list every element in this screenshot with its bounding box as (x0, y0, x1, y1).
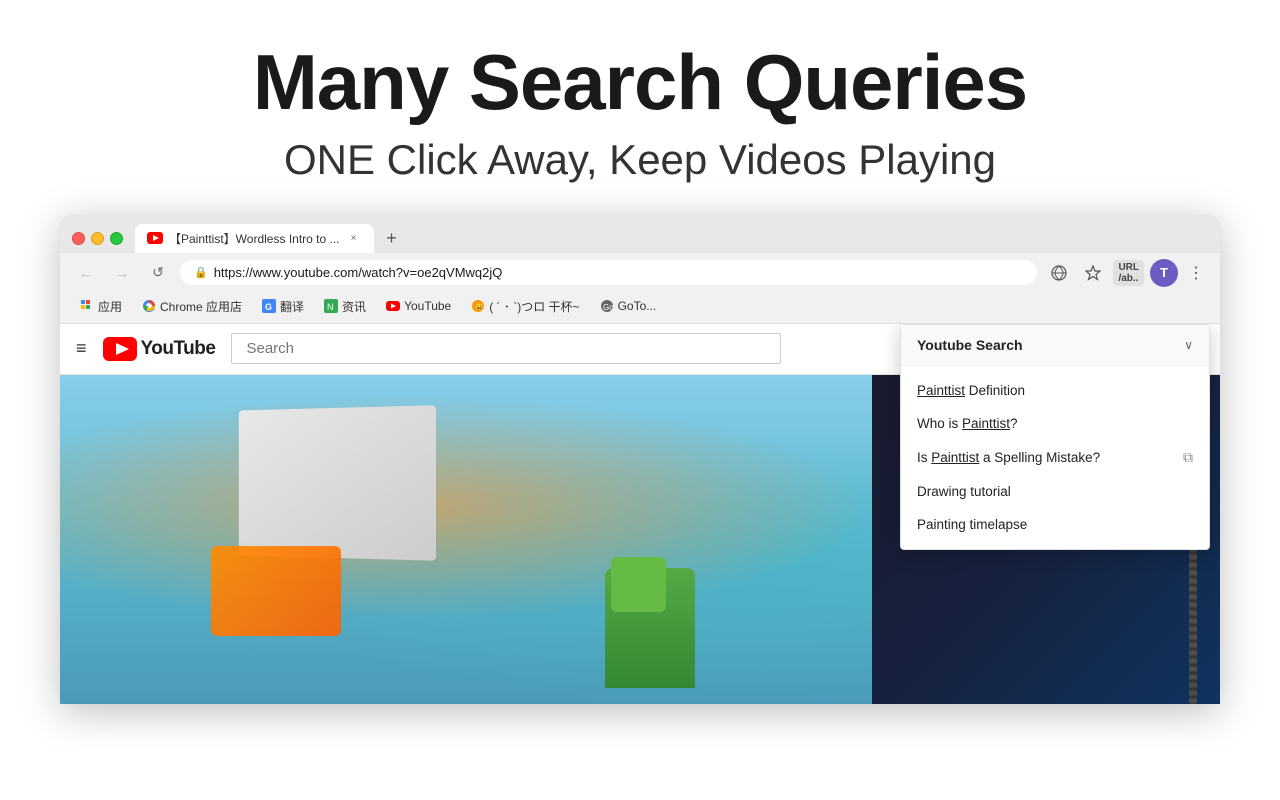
bookmark-star-button[interactable] (1079, 259, 1107, 287)
external-link-icon: ⧉ (1183, 449, 1193, 466)
tab-bar: 【Painttist】Wordless Intro to ... × + (135, 224, 406, 253)
new-tab-button[interactable]: + (378, 224, 406, 252)
popup-item-1-text: Painttist Definition (917, 383, 1193, 398)
svg-text:N: N (327, 302, 334, 312)
bookmark-cheers-label: ( ´ ･ `)つロ 干杯~ (489, 298, 579, 315)
address-bar-row: ← → ↺ 🔒 https://www.youtube.com/watch?v=… (60, 253, 1220, 293)
popup-item-1-underline: Painttist (917, 383, 965, 398)
chrome-icon (142, 299, 156, 313)
bookmark-news[interactable]: N 资讯 (316, 296, 374, 317)
lock-icon: 🔒 (194, 266, 208, 279)
cheers-icon: 😀 (471, 299, 485, 313)
translate-bm-icon: G (262, 299, 276, 313)
goto-icon: Go (600, 299, 614, 313)
tab-title: 【Painttist】Wordless Intro to ... (169, 230, 340, 247)
url-ab-button[interactable]: URL/ab.. (1113, 260, 1144, 286)
popup-item-1[interactable]: Painttist Definition (901, 374, 1209, 407)
close-traffic-light[interactable] (72, 232, 85, 245)
apps-icon (80, 299, 94, 313)
tab-favicon (147, 230, 163, 246)
bookmarks-bar: 应用 Chrome 应用店 G 翻译 (60, 293, 1220, 324)
popup-item-3[interactable]: Is Painttist a Spelling Mistake? ⧉ (901, 440, 1209, 475)
bookmark-youtube-label: YouTube (404, 299, 451, 313)
extension-popup: Youtube Search ∨ Painttist Definition Wh… (900, 324, 1210, 550)
bookmark-cheers[interactable]: 😀 ( ´ ･ `)つロ 干杯~ (463, 296, 587, 317)
popup-item-3-text: Is Painttist a Spelling Mistake? (917, 450, 1183, 465)
popup-item-2[interactable]: Who is Painttist? (901, 407, 1209, 440)
address-bar[interactable]: 🔒 https://www.youtube.com/watch?v=oe2qVM… (180, 260, 1037, 285)
yt-bm-icon (386, 299, 400, 313)
browser-chrome: 【Painttist】Wordless Intro to ... × + ← →… (60, 214, 1220, 324)
star-icon (1085, 265, 1101, 281)
bookmark-goto-label: GoTo... (618, 299, 657, 313)
bookmark-translate-label: 翻译 (280, 298, 304, 315)
bookmark-news-label: 资讯 (342, 298, 366, 315)
bookmark-apps[interactable]: 应用 (72, 296, 130, 317)
reload-button[interactable]: ↺ (144, 259, 172, 287)
forward-button[interactable]: → (108, 259, 136, 287)
page-content: ≡ YouTube T (60, 324, 1220, 704)
bookmark-youtube[interactable]: YouTube (378, 297, 459, 315)
hero-section: Many Search Queries ONE Click Away, Keep… (0, 0, 1280, 214)
bookmark-chrome-store[interactable]: Chrome 应用店 (134, 296, 250, 317)
bookmark-apps-label: 应用 (98, 298, 122, 315)
popup-item-5-text: Painting timelapse (917, 517, 1193, 532)
popup-item-4-text: Drawing tutorial (917, 484, 1193, 499)
browser-window: 【Painttist】Wordless Intro to ... × + ← →… (60, 214, 1220, 704)
hero-title: Many Search Queries (20, 40, 1260, 126)
profile-avatar[interactable]: T (1150, 259, 1178, 287)
traffic-lights (72, 232, 123, 245)
popup-item-3-underline: Painttist (931, 450, 979, 465)
bookmark-goto[interactable]: Go GoTo... (592, 297, 665, 315)
url-text: https://www.youtube.com/watch?v=oe2qVMwq… (214, 265, 1024, 280)
youtube-logo-text: YouTube (141, 338, 216, 360)
translate-button[interactable] (1045, 259, 1073, 287)
popup-item-2-text: Who is Painttist? (917, 416, 1193, 431)
svg-text:😀: 😀 (475, 302, 484, 311)
bookmark-chrome-store-label: Chrome 应用店 (160, 298, 242, 315)
tab-close-button[interactable]: × (346, 230, 362, 246)
video-orange-element (211, 546, 341, 636)
popup-header: Youtube Search ∨ (901, 325, 1209, 366)
popup-chevron-icon[interactable]: ∨ (1184, 338, 1193, 352)
bookmark-translate[interactable]: G 翻译 (254, 296, 312, 317)
maximize-traffic-light[interactable] (110, 232, 123, 245)
popup-title: Youtube Search (917, 337, 1023, 353)
address-actions: URL/ab.. T ⋮ (1045, 259, 1208, 287)
minimize-traffic-light[interactable] (91, 232, 104, 245)
youtube-search-input[interactable] (231, 333, 781, 364)
video-desk-element (239, 405, 436, 560)
svg-text:G: G (265, 302, 272, 312)
back-button[interactable]: ← (72, 259, 100, 287)
url-ab-label: URL/ab.. (1118, 262, 1139, 284)
video-character-head (611, 557, 666, 612)
more-options-button[interactable]: ⋮ (1184, 261, 1208, 285)
title-bar: 【Painttist】Wordless Intro to ... × + (60, 214, 1220, 253)
translate-icon (1051, 265, 1067, 281)
active-tab[interactable]: 【Painttist】Wordless Intro to ... × (135, 224, 374, 253)
hero-subtitle: ONE Click Away, Keep Videos Playing (20, 136, 1260, 184)
popup-item-2-underline: Painttist (962, 416, 1010, 431)
youtube-logo[interactable]: YouTube (103, 337, 216, 361)
news-icon: N (324, 299, 338, 313)
svg-text:Go: Go (603, 303, 614, 312)
youtube-menu-icon[interactable]: ≡ (76, 338, 87, 359)
popup-items-list: Painttist Definition Who is Painttist? I… (901, 366, 1209, 549)
popup-item-4[interactable]: Drawing tutorial (901, 475, 1209, 508)
popup-item-5[interactable]: Painting timelapse (901, 508, 1209, 541)
youtube-logo-icon (103, 337, 137, 361)
